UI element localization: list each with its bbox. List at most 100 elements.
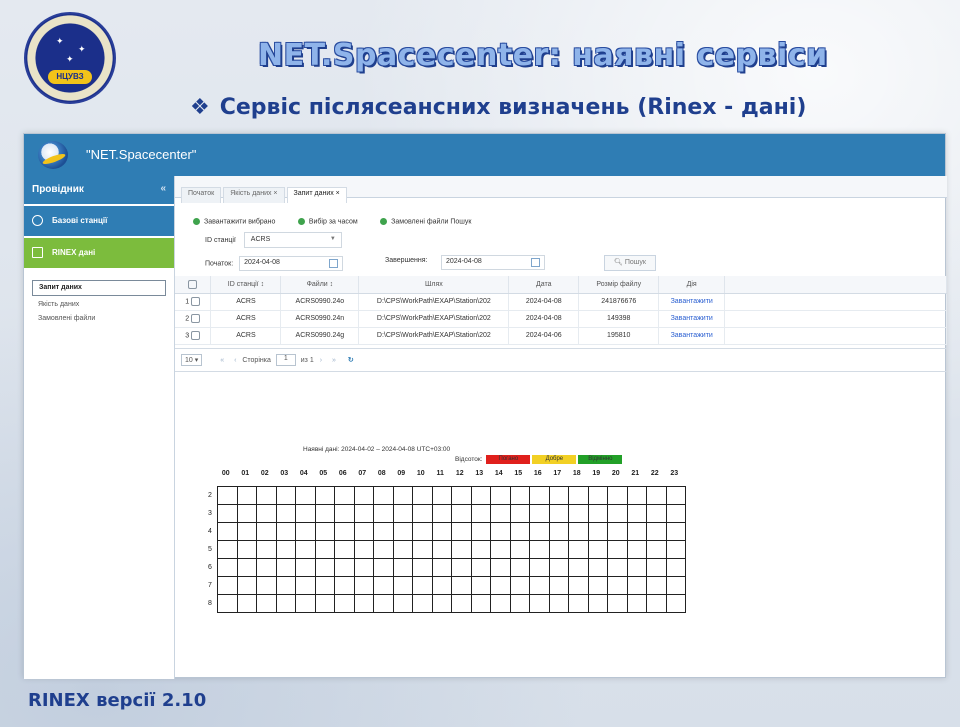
grid-cell[interactable] [256, 540, 277, 559]
grid-cell[interactable] [431, 486, 452, 505]
grid-cell[interactable] [295, 504, 316, 523]
grid-cell[interactable] [568, 594, 589, 613]
grid-cell[interactable] [509, 522, 530, 541]
grid-cell[interactable] [509, 486, 530, 505]
grid-cell[interactable] [392, 522, 413, 541]
column-header[interactable]: Файли ↕ [280, 276, 360, 294]
download-link[interactable]: Завантажити [658, 293, 726, 311]
grid-cell[interactable] [587, 540, 608, 559]
grid-cell[interactable] [314, 576, 335, 595]
grid-cell[interactable] [509, 504, 530, 523]
tab-start[interactable]: Початок [181, 187, 222, 203]
grid-cell[interactable] [412, 540, 433, 559]
column-header[interactable]: Дата [508, 276, 580, 294]
grid-cell[interactable] [295, 576, 316, 595]
column-header[interactable]: Шлях [358, 276, 510, 294]
grid-cell[interactable] [217, 486, 238, 505]
start-date-input[interactable]: 2024-04-08 [239, 256, 344, 271]
grid-cell[interactable] [548, 576, 569, 595]
grid-cell[interactable] [334, 504, 355, 523]
grid-cell[interactable] [353, 540, 374, 559]
grid-cell[interactable] [646, 594, 667, 613]
sidebar-group-rinex[interactable]: RINEX дані [24, 238, 174, 268]
tab-data-request[interactable]: Запит даних × [286, 187, 347, 203]
grid-cell[interactable] [587, 486, 608, 505]
grid-cell[interactable] [431, 576, 452, 595]
grid-cell[interactable] [334, 594, 355, 613]
grid-cell[interactable] [353, 522, 374, 541]
grid-cell[interactable] [509, 540, 530, 559]
select-all-checkbox[interactable] [175, 276, 212, 294]
grid-cell[interactable] [373, 504, 394, 523]
grid-cell[interactable] [470, 594, 491, 613]
grid-cell[interactable] [665, 486, 686, 505]
grid-cell[interactable] [256, 576, 277, 595]
grid-cell[interactable] [353, 576, 374, 595]
grid-cell[interactable] [217, 540, 238, 559]
grid-cell[interactable] [412, 522, 433, 541]
grid-cell[interactable] [490, 504, 511, 523]
grid-cell[interactable] [646, 486, 667, 505]
grid-cell[interactable] [568, 486, 589, 505]
grid-cell[interactable] [314, 522, 335, 541]
grid-cell[interactable] [470, 558, 491, 577]
grid-cell[interactable] [217, 576, 238, 595]
row-checkbox[interactable] [191, 314, 201, 323]
grid-cell[interactable] [548, 540, 569, 559]
grid-cell[interactable] [607, 540, 628, 559]
grid-cell[interactable] [295, 540, 316, 559]
grid-cell[interactable] [548, 594, 569, 613]
sidebar-item-data-quality[interactable]: Якість даних [32, 298, 166, 312]
grid-cell[interactable] [490, 594, 511, 613]
grid-cell[interactable] [236, 594, 257, 613]
grid-cell[interactable] [334, 522, 355, 541]
grid-cell[interactable] [470, 540, 491, 559]
grid-cell[interactable] [451, 594, 472, 613]
table-row[interactable]: 2 ACRS ACRS0990.24n D:\CPS\WorkPath\EXAP… [175, 310, 947, 328]
last-page-button[interactable]: » [332, 357, 336, 364]
grid-cell[interactable] [275, 558, 296, 577]
grid-cell[interactable] [314, 540, 335, 559]
search-button[interactable]: 🔍︎ Пошук [604, 255, 656, 271]
grid-cell[interactable] [236, 576, 257, 595]
grid-cell[interactable] [412, 558, 433, 577]
grid-cell[interactable] [314, 558, 335, 577]
grid-cell[interactable] [529, 594, 550, 613]
grid-cell[interactable] [509, 576, 530, 595]
grid-cell[interactable] [392, 558, 413, 577]
grid-cell[interactable] [529, 540, 550, 559]
grid-cell[interactable] [646, 558, 667, 577]
grid-cell[interactable] [314, 486, 335, 505]
download-link[interactable]: Завантажити [658, 327, 726, 345]
grid-cell[interactable] [548, 486, 569, 505]
grid-cell[interactable] [665, 558, 686, 577]
next-page-button[interactable]: › [320, 357, 322, 364]
grid-cell[interactable] [490, 540, 511, 559]
column-header[interactable]: Розмір файлу [578, 276, 660, 294]
grid-cell[interactable] [392, 576, 413, 595]
grid-cell[interactable] [470, 504, 491, 523]
grid-cell[interactable] [529, 576, 550, 595]
sidebar-item-data-request[interactable]: Запит даних [32, 280, 166, 296]
grid-cell[interactable] [607, 504, 628, 523]
grid-cell[interactable] [275, 594, 296, 613]
grid-cell[interactable] [236, 504, 257, 523]
grid-cell[interactable] [295, 594, 316, 613]
grid-cell[interactable] [334, 558, 355, 577]
grid-cell[interactable] [412, 504, 433, 523]
grid-cell[interactable] [587, 558, 608, 577]
grid-cell[interactable] [373, 486, 394, 505]
grid-cell[interactable] [451, 504, 472, 523]
grid-cell[interactable] [431, 522, 452, 541]
sidebar-group-base-stations[interactable]: Базові станції [24, 206, 174, 236]
grid-cell[interactable] [392, 504, 413, 523]
grid-cell[interactable] [490, 522, 511, 541]
sidebar-item-ordered-files[interactable]: Замовлені файли [32, 312, 166, 326]
grid-cell[interactable] [587, 522, 608, 541]
grid-cell[interactable] [607, 576, 628, 595]
grid-cell[interactable] [217, 594, 238, 613]
grid-cell[interactable] [373, 540, 394, 559]
column-header[interactable]: Дія [658, 276, 726, 294]
row-select[interactable]: 1 [175, 293, 212, 311]
grid-cell[interactable] [275, 504, 296, 523]
